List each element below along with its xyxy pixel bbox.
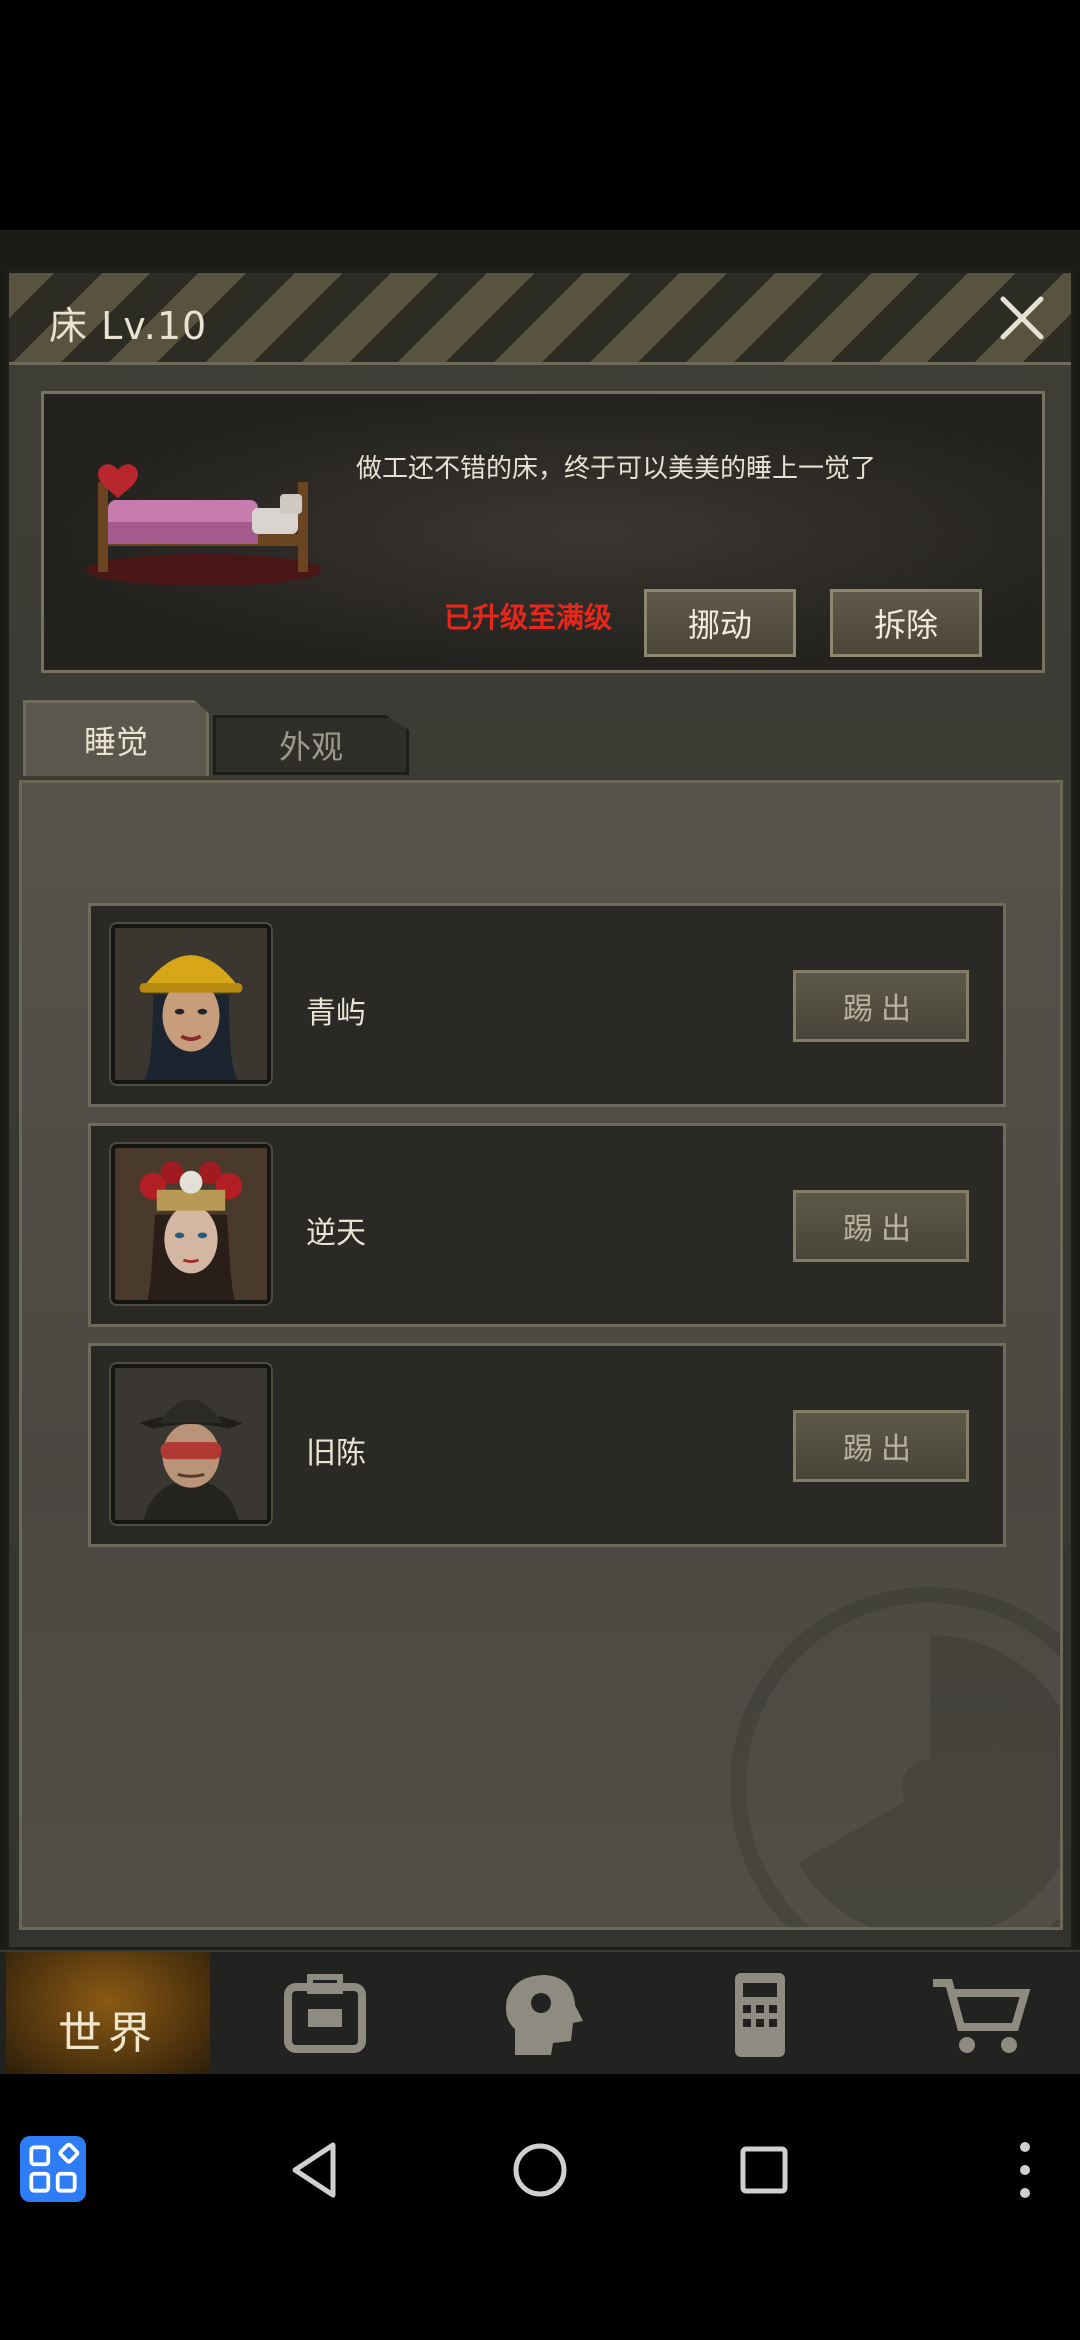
fedora-goggles-man-portrait-icon[interactable]: [111, 1364, 271, 1524]
backpack-icon: [284, 1974, 366, 2053]
more-vertical-icon: [1020, 2142, 1030, 2198]
bed-icon: [86, 464, 322, 586]
cart-icon: [933, 1979, 1031, 2053]
opera-headdress-woman-portrait-icon[interactable]: [111, 1144, 271, 1304]
tab-appearance[interactable]: 外观: [213, 715, 409, 775]
sleeper-row: 逆天 踢出: [88, 1123, 1006, 1327]
radiation-icon: [730, 1587, 1060, 1927]
dialog-header: 床 Lv.10: [9, 273, 1071, 365]
close-button[interactable]: [991, 287, 1053, 349]
phone-icon: [735, 1973, 785, 2057]
recents-square-icon: [740, 2146, 788, 2194]
nav-world-label: 世界: [58, 2008, 158, 2059]
android-nav-bar: [0, 2074, 1080, 2340]
nav-world[interactable]: 世界: [6, 1952, 210, 2076]
home-button[interactable]: [500, 2130, 580, 2210]
bed-dialog: 床 Lv.10 做工还不错的床，终于可以美美的睡上一觉了 已升级至满级 挪动 拆…: [6, 270, 1074, 1950]
demolish-button[interactable]: 拆除: [830, 589, 982, 657]
dialog-title: 床 Lv.10: [49, 304, 208, 348]
apps-button[interactable]: [20, 2136, 86, 2202]
close-icon: [1000, 296, 1044, 340]
nav-skills[interactable]: [440, 1952, 640, 2076]
back-button[interactable]: [276, 2130, 356, 2210]
recents-button[interactable]: [724, 2130, 804, 2210]
sleeper-name: 青屿: [306, 996, 366, 1031]
sleeper-row: 旧陈 踢出: [88, 1343, 1006, 1547]
bed-info-panel: 做工还不错的床，终于可以美美的睡上一觉了 已升级至满级 挪动 拆除: [41, 391, 1045, 673]
more-button[interactable]: [985, 2130, 1065, 2210]
kick-button[interactable]: 踢出: [793, 970, 969, 1042]
nav-phone[interactable]: [660, 1952, 860, 2076]
back-triangle-icon: [292, 2142, 336, 2198]
head-gear-icon: [506, 1975, 583, 2055]
bed-description: 做工还不错的床，终于可以美美的睡上一觉了: [356, 454, 877, 484]
sleeper-row: 青屿 踢出: [88, 903, 1006, 1107]
kick-button[interactable]: 踢出: [793, 1410, 969, 1482]
sleepers-list: 青屿 踢出 逆天 踢出 旧陈 踢出: [19, 780, 1063, 1930]
game-bottom-nav: 世界: [0, 1950, 1080, 2076]
kick-button[interactable]: 踢出: [793, 1190, 969, 1262]
move-button[interactable]: 挪动: [644, 589, 796, 657]
home-circle-icon: [513, 2143, 567, 2197]
tab-sleep[interactable]: 睡觉: [23, 700, 209, 776]
sleeper-name: 逆天: [306, 1216, 366, 1251]
max-level-status: 已升级至满级: [444, 601, 613, 634]
nav-backpack[interactable]: [225, 1952, 425, 2076]
sleeper-name: 旧陈: [306, 1436, 366, 1471]
hardhat-woman-portrait-icon[interactable]: [111, 924, 271, 1084]
app-grid-icon: [29, 2142, 80, 2193]
nav-shop[interactable]: [880, 1952, 1080, 2076]
